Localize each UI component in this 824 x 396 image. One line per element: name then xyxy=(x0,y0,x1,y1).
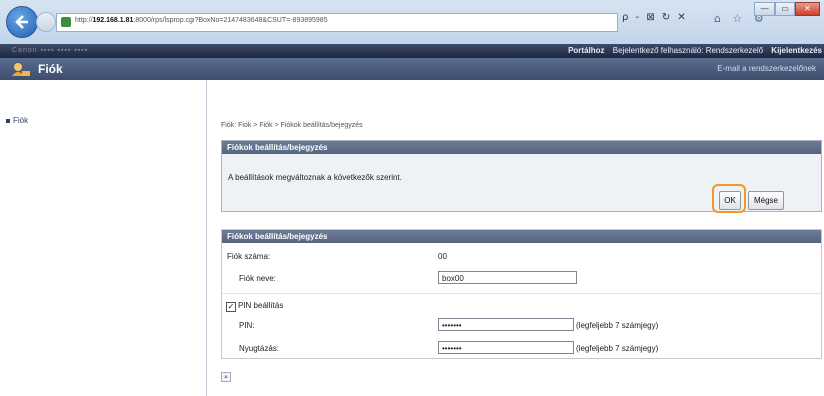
panel-title: Fiókok beállítás/bejegyzés xyxy=(222,230,821,243)
logout-link[interactable]: Kijelentkezés xyxy=(771,46,822,55)
address-bar[interactable]: http://192.168.1.81:8000/rps/lsprop.cgi?… xyxy=(56,13,618,32)
account-settings-panel: Fiókok beállítás/bejegyzés Fiók száma: 0… xyxy=(221,229,822,359)
pin-hint: (legfeljebb 7 számjegy) xyxy=(576,321,659,330)
pin-setting-label: PIN beállítás xyxy=(238,301,284,310)
email-admin-link[interactable]: E-mail a rendszerkezelőnek xyxy=(717,64,816,73)
sidebar-item-account[interactable]: Fiók xyxy=(6,116,28,125)
scroll-top-icon[interactable]: ▲ xyxy=(221,372,231,382)
maximize-button[interactable]: ▭ xyxy=(775,2,795,16)
account-name-label: Fiók neve: xyxy=(239,274,276,283)
logged-user: Bejelentkező felhasználó: Rendszerkezelő xyxy=(612,46,764,55)
top-bar: Canon ▪▪▪▪ ▪▪▪▪ ▪▪▪▪ Portálhoz Bejelentk… xyxy=(0,44,824,58)
browser-toolbar: http://192.168.1.81:8000/rps/lsprop.cgi?… xyxy=(0,0,824,44)
confirm-input[interactable]: ••••••• xyxy=(438,341,574,354)
window-controls: — ▭ ✕ xyxy=(754,2,820,16)
sidebar-item-label: Fiók xyxy=(13,116,29,125)
top-links: Portálhoz Bejelentkező felhasználó: Rend… xyxy=(562,46,822,55)
back-button[interactable] xyxy=(6,6,38,38)
ok-button[interactable]: OK xyxy=(719,191,741,210)
portal-link[interactable]: Portálhoz xyxy=(568,46,604,55)
confirm-hint: (legfeljebb 7 számjegy) xyxy=(576,344,659,353)
account-number-value: 00 xyxy=(438,252,447,261)
pin-input[interactable]: ••••••• xyxy=(438,318,574,331)
pin-label: PIN: xyxy=(239,321,255,330)
account-name-input[interactable]: box00 xyxy=(438,271,577,284)
breadcrumb: Fiók: Fiók > Fiók > Fiókok beállítás/bej… xyxy=(221,122,363,129)
arrow-left-icon xyxy=(15,15,28,29)
device-name: Canon ▪▪▪▪ ▪▪▪▪ ▪▪▪▪ xyxy=(12,47,89,54)
cancel-button[interactable]: Mégse xyxy=(748,191,784,210)
confirm-message: A beállítások megváltoznak a következők … xyxy=(228,173,402,182)
close-button[interactable]: ✕ xyxy=(794,2,820,16)
account-icon xyxy=(12,63,30,76)
pin-setting-checkbox[interactable]: ✓ xyxy=(226,302,236,312)
url-text: http://192.168.1.81:8000/rps/lsprop.cgi?… xyxy=(75,17,328,24)
sidebar: Fiók xyxy=(0,80,207,396)
confirm-panel: Fiókok beállítás/bejegyzés A beállítások… xyxy=(221,140,822,213)
title-bar: Fiók E-mail a rendszerkezelőnek xyxy=(0,58,824,80)
confirm-label: Nyugtázás: xyxy=(239,344,280,353)
minimize-button[interactable]: — xyxy=(754,2,776,16)
forward-button[interactable] xyxy=(36,12,56,32)
site-icon xyxy=(61,17,71,27)
panel-title: Fiókok beállítás/bejegyzés xyxy=(222,141,821,154)
address-controls[interactable]: ρ - ⊠ ↻ ✕ xyxy=(622,12,704,30)
divider xyxy=(222,293,821,294)
account-number-label: Fiók száma: xyxy=(227,252,271,261)
bullet-icon xyxy=(6,118,10,123)
page-title: Fiók xyxy=(38,62,63,76)
